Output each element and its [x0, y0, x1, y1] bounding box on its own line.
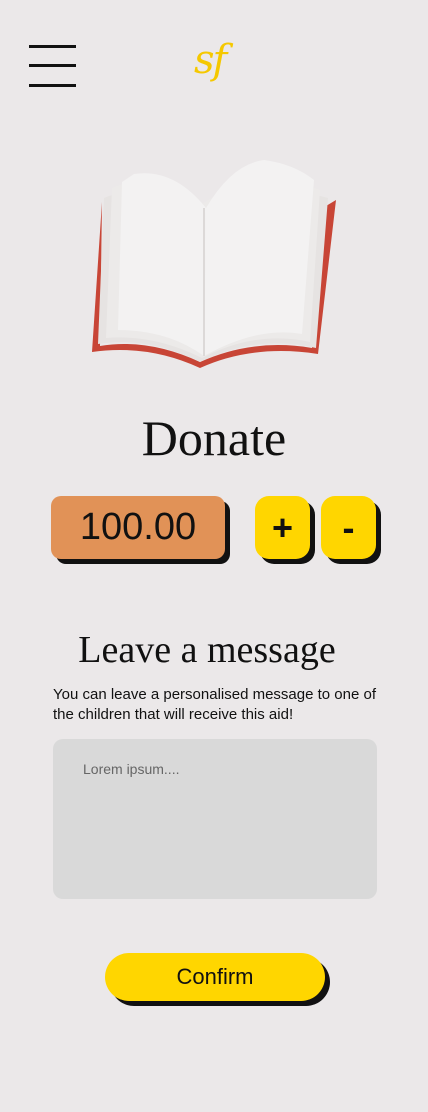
menu-bar-top	[29, 45, 76, 48]
amount-value[interactable]: 100.00	[51, 496, 225, 559]
menu-bar-bottom	[29, 84, 76, 87]
book-page-left	[118, 173, 206, 356]
menu-bar-middle	[29, 64, 76, 67]
book-page-right	[204, 160, 314, 356]
message-description: You can leave a personalised message to …	[53, 686, 377, 723]
message-input[interactable]	[53, 739, 377, 899]
confirm-button[interactable]: Confirm	[105, 953, 325, 1001]
hamburger-menu-icon[interactable]	[29, 44, 77, 88]
donation-amount[interactable]: 100.00	[51, 496, 231, 564]
leave-message-title: Leave a message	[78, 629, 336, 671]
decrement-button[interactable]: -	[321, 496, 376, 559]
donate-title: Donate	[141, 410, 287, 466]
open-book-illustration	[92, 160, 336, 368]
app-logo[interactable]: sf	[194, 30, 246, 90]
increment-button[interactable]: +	[255, 496, 310, 559]
